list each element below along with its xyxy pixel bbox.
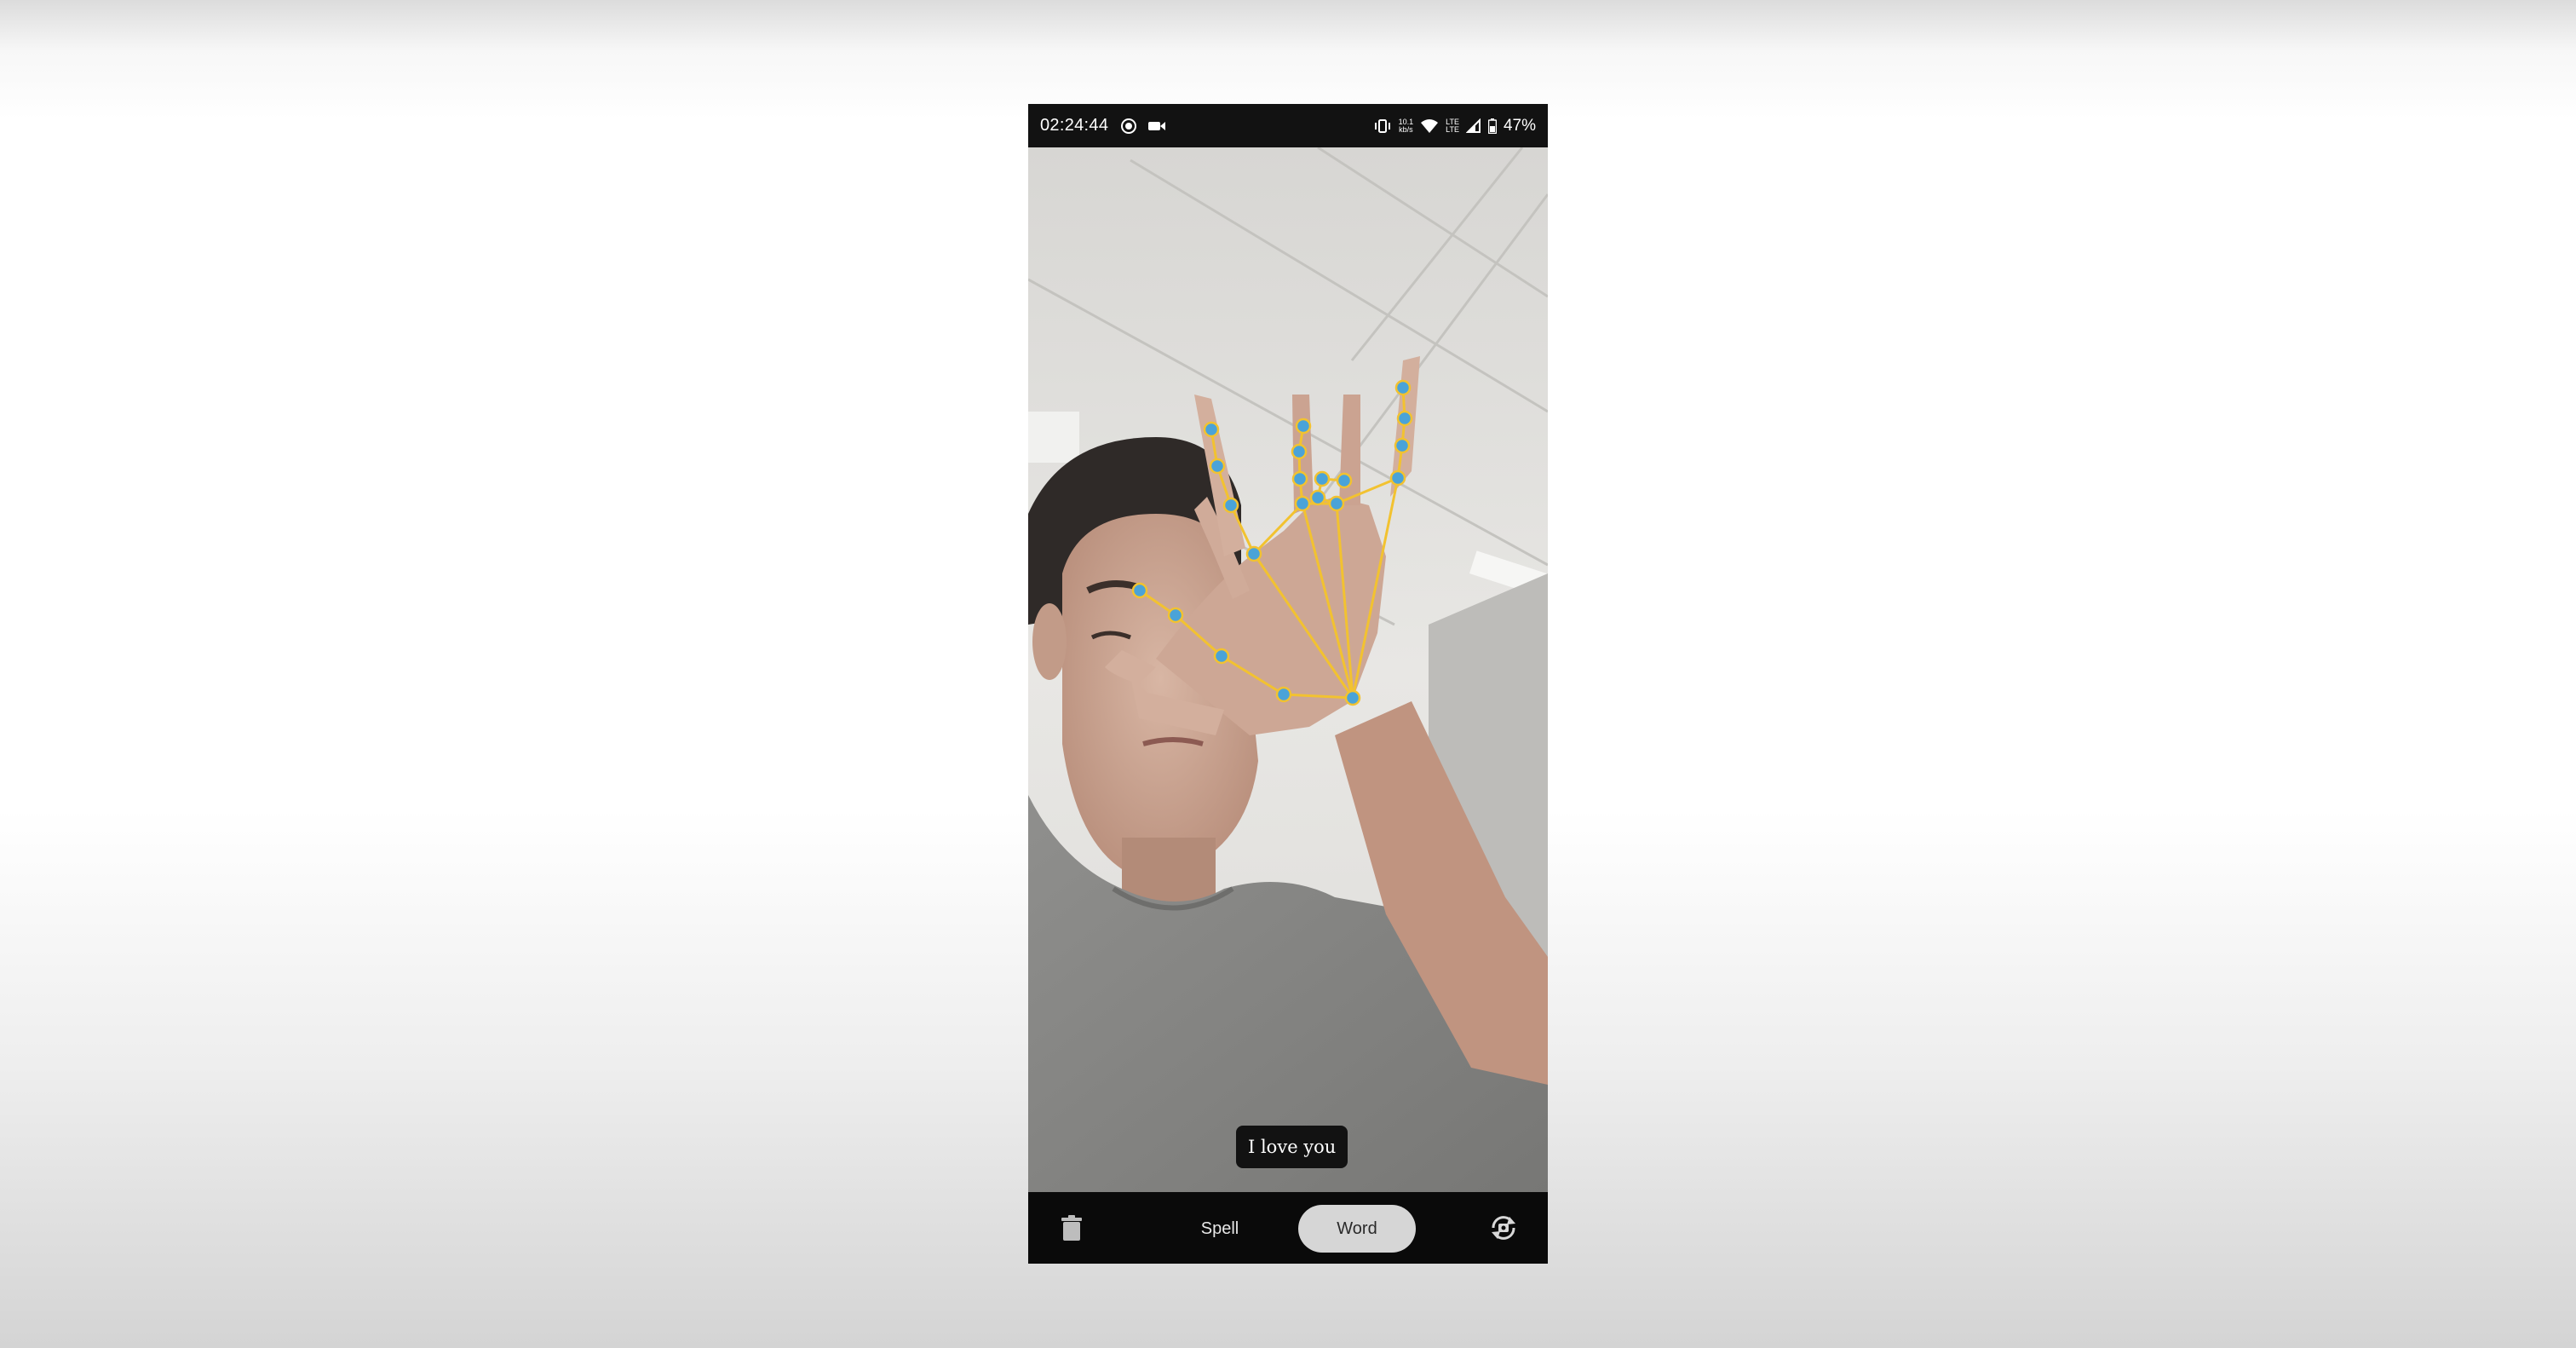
hand-landmark-point (1336, 472, 1353, 489)
hand-landmark-point (1394, 379, 1412, 396)
hand-landmark-point (1344, 689, 1361, 706)
camera-preview: I love you (1028, 147, 1548, 1192)
tab-spell[interactable]: Spell (1182, 1206, 1258, 1252)
hand-landmark-point (1309, 489, 1326, 506)
battery-icon (1487, 118, 1497, 134)
vibrate-icon (1374, 118, 1390, 133)
bottom-bar: Spell Word (1028, 1192, 1548, 1264)
wifi-icon (1421, 118, 1439, 133)
battery-percent: 47% (1503, 116, 1536, 135)
hand-landmark-point (1314, 470, 1331, 487)
switch-camera-button[interactable] (1488, 1213, 1519, 1243)
ear (1032, 603, 1067, 680)
hand-landmark-point (1167, 607, 1184, 624)
signal-icon (1465, 118, 1481, 133)
hand-landmark-point (1291, 470, 1308, 487)
hand-landmark-point (1213, 648, 1230, 665)
status-bar: 02:24:44 10.1 kb/s LTE LTE 47% (1028, 104, 1548, 147)
hand-landmark-point (1275, 686, 1292, 703)
trash-icon (1061, 1215, 1082, 1241)
hand-landmark-point (1203, 421, 1220, 438)
phone-screen: 02:24:44 10.1 kb/s LTE LTE 47% I love yo… (1028, 104, 1548, 1264)
lte-indicator: LTE LTE (1446, 117, 1459, 134)
video-camera-icon (1148, 121, 1166, 130)
hand-landmark-point (1209, 458, 1226, 475)
camera-scene (1028, 147, 1548, 1192)
hand-landmark-point (1389, 469, 1406, 487)
hand-landmark-point (1396, 410, 1413, 427)
net-speed: 10.1 kb/s (1398, 117, 1414, 134)
hand-landmark-point (1294, 495, 1311, 512)
hand-landmark-point (1245, 545, 1262, 562)
screen-record-icon (1121, 118, 1137, 134)
hand-landmark-point (1295, 418, 1312, 435)
hand-landmark-point (1394, 437, 1411, 454)
hand-landmark-point (1131, 582, 1148, 599)
ceiling-light (1028, 412, 1079, 463)
hand-landmark-point (1291, 443, 1308, 460)
camera-switch-icon (1492, 1216, 1515, 1240)
status-time: 02:24:44 (1040, 116, 1109, 135)
delete-button[interactable] (1059, 1214, 1084, 1241)
tab-word[interactable]: Word (1298, 1205, 1416, 1253)
recognition-caption: I love you (1236, 1126, 1348, 1168)
hand-landmark-point (1222, 497, 1239, 514)
hand-landmark-point (1328, 495, 1345, 512)
